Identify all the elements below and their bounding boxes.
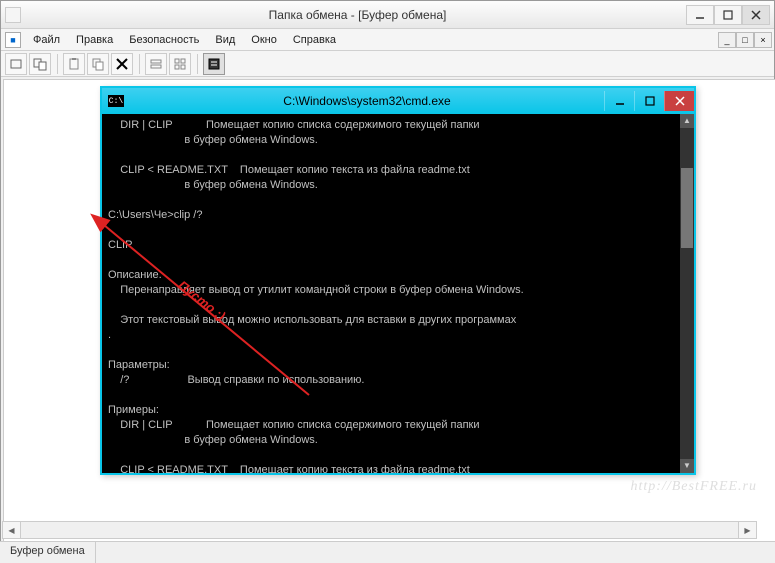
toolbar-btn-2[interactable]: [29, 53, 51, 75]
maximize-button[interactable]: [714, 5, 742, 25]
toolbar-view2-button[interactable]: [169, 53, 191, 75]
scroll-down-icon[interactable]: ▼: [680, 459, 694, 473]
menubar: ■ Файл Правка Безопасность Вид Окно Спра…: [1, 29, 774, 51]
scroll-track[interactable]: [680, 128, 694, 459]
main-window: Папка обмена - [Буфер обмена] ■ Файл Пра…: [0, 0, 775, 563]
cmd-line: /? Вывод справки по использованию.: [108, 374, 365, 386]
toolbar-separator: [139, 54, 141, 74]
toolbar-separator: [197, 54, 199, 74]
cmd-line: DIR | CLIP Помещает копию списка содержи…: [108, 119, 480, 131]
cmd-line: Описание.: [108, 269, 162, 281]
toolbar-view1-button[interactable]: [145, 53, 167, 75]
cmd-line: в буфер обмена Windows.: [108, 179, 318, 191]
minimize-button[interactable]: [686, 5, 714, 25]
toolbar-copy-button[interactable]: [87, 53, 109, 75]
cmd-title: C:\Windows\system32\cmd.exe: [130, 94, 604, 108]
toolbar-btn-1[interactable]: [5, 53, 27, 75]
status-cell: Буфер обмена: [0, 542, 96, 563]
horizontal-scrollbar[interactable]: ◀ ▶: [2, 521, 757, 539]
mdi-close-button[interactable]: ×: [754, 32, 772, 48]
menu-edit[interactable]: Правка: [68, 32, 121, 48]
cmd-close-button[interactable]: [664, 91, 694, 111]
client-area: C:\ C:\Windows\system32\cmd.exe DIR | CL…: [3, 79, 775, 542]
cmd-line: CLIP: [108, 239, 132, 251]
cmd-line: DIR | CLIP Помещает копию списка содержи…: [108, 419, 480, 431]
menu-file[interactable]: Файл: [25, 32, 68, 48]
cmd-scrollbar[interactable]: ▲ ▼: [680, 114, 694, 473]
cmd-line: Параметры:: [108, 359, 170, 371]
statusbar: Буфер обмена: [0, 541, 775, 563]
titlebar[interactable]: Папка обмена - [Буфер обмена]: [1, 1, 774, 29]
window-title: Папка обмена - [Буфер обмена]: [29, 8, 686, 22]
cmd-titlebar[interactable]: C:\ C:\Windows\system32\cmd.exe: [102, 88, 694, 114]
scroll-right-icon[interactable]: ▶: [738, 522, 756, 538]
scroll-up-icon[interactable]: ▲: [680, 114, 694, 128]
mdi-restore-button[interactable]: □: [736, 32, 754, 48]
cmd-minimize-button[interactable]: [604, 91, 634, 111]
menu-help[interactable]: Справка: [285, 32, 344, 48]
cmd-line: CLIP < README.TXT Помещает копию текста …: [108, 164, 470, 176]
menu-window[interactable]: Окно: [243, 32, 285, 48]
watermark: http://BestFREE.ru: [631, 479, 757, 495]
cmd-line: в буфер обмена Windows.: [108, 134, 318, 146]
cmd-icon: C:\: [108, 95, 124, 107]
cmd-line: в буфер обмена Windows.: [108, 434, 318, 446]
app-icon: [5, 7, 21, 23]
cmd-maximize-button[interactable]: [634, 91, 664, 111]
cmd-line: Этот текстовый вывод можно использовать …: [108, 314, 516, 326]
scroll-thumb[interactable]: [681, 168, 693, 248]
toolbar-delete-button[interactable]: [111, 53, 133, 75]
cmd-line: C:\Users\Че>clip /?: [108, 209, 202, 221]
menu-security[interactable]: Безопасность: [121, 32, 207, 48]
cmd-line: .: [108, 329, 111, 341]
cmd-line: Примеры:: [108, 404, 159, 416]
window-controls: [686, 5, 770, 25]
cmd-line: CLIP < README.TXT Помещает копию текста …: [108, 464, 470, 473]
close-button[interactable]: [742, 5, 770, 25]
toolbar-separator: [57, 54, 59, 74]
toolbar-paste-button[interactable]: [63, 53, 85, 75]
cmd-line: Перенаправляет вывод от утилит командной…: [108, 284, 524, 296]
toolbar-view3-button[interactable]: [203, 53, 225, 75]
menu-view[interactable]: Вид: [207, 32, 243, 48]
scroll-left-icon[interactable]: ◀: [3, 522, 21, 538]
app-menubar-icon[interactable]: ■: [5, 32, 21, 48]
toolbar: [1, 51, 774, 77]
mdi-minimize-button[interactable]: _: [718, 32, 736, 48]
cmd-window-controls: [604, 91, 694, 111]
